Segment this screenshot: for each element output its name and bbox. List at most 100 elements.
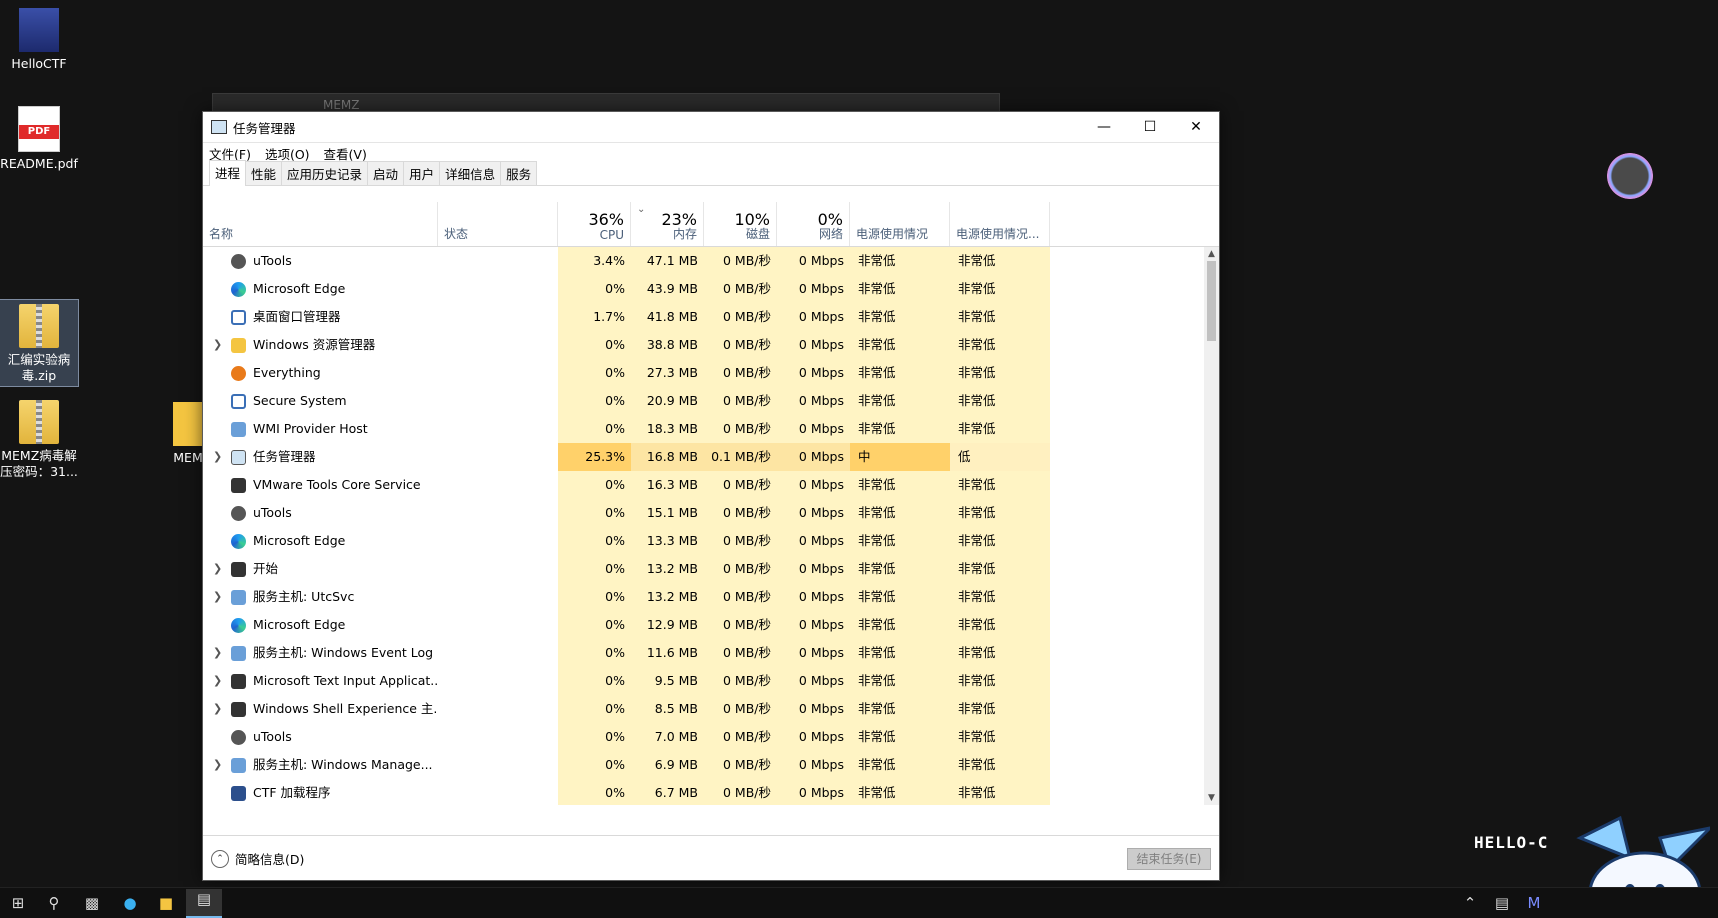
tab-services[interactable]: 服务 (500, 161, 538, 185)
end-task-button[interactable]: 结束任务(E) (1127, 848, 1211, 870)
process-row[interactable]: CTF 加载程序 0% 6.7 MB 0 MB/秒 0 Mbps 非常低 非常低 (203, 779, 1203, 805)
process-row[interactable]: uTools 3.4% 47.1 MB 0 MB/秒 0 Mbps 非常低 非常低 (203, 247, 1203, 275)
tab-performance[interactable]: 性能 (245, 161, 283, 185)
brand-text: HELLO-C (1474, 833, 1549, 852)
process-disk: 0 MB/秒 (704, 695, 777, 723)
tab-details[interactable]: 详细信息 (439, 161, 502, 185)
file-explorer-icon[interactable]: ■ (156, 893, 176, 913)
column-cpu[interactable]: 36% CPU (558, 202, 631, 246)
process-row[interactable]: uTools 0% 7.0 MB 0 MB/秒 0 Mbps 非常低 非常低 (203, 723, 1203, 751)
task-manager-taskbar-icon[interactable]: ▤ (186, 889, 222, 918)
process-memory: 9.5 MB (631, 667, 704, 695)
process-cpu: 25.3% (558, 443, 631, 471)
window-title: 任务管理器 (233, 120, 296, 136)
process-network: 0 Mbps (777, 443, 850, 471)
process-power: 非常低 (850, 667, 950, 695)
tab-users[interactable]: 用户 (403, 161, 441, 185)
process-cpu: 0% (558, 471, 631, 499)
process-row[interactable]: Microsoft Edge 0% 13.3 MB 0 MB/秒 0 Mbps 非常低 非常… (203, 527, 1203, 555)
process-row[interactable]: uTools 0% 15.1 MB 0 MB/秒 0 Mbps 非常低 非常低 (203, 499, 1203, 527)
process-row[interactable]: Everything 0% 27.3 MB 0 MB/秒 0 Mbps 非常低 非常低 (203, 359, 1203, 387)
process-network: 0 Mbps (777, 695, 850, 723)
process-power: 中 (850, 443, 950, 471)
start-icon[interactable]: ⊞ (8, 893, 28, 913)
vertical-scrollbar[interactable]: ▲ ▼ (1204, 247, 1219, 805)
edge-icon[interactable]: ● (120, 893, 140, 913)
process-power: 非常低 (850, 751, 950, 779)
process-row[interactable]: Microsoft Edge 0% 43.9 MB 0 MB/秒 0 Mbps 非常低 非常… (203, 275, 1203, 303)
column-power-trend-label: 电源使用情况... (956, 227, 1040, 241)
menu-view[interactable]: 查看(V) (324, 144, 367, 163)
process-row[interactable]: ❯ 开始 0% 13.2 MB 0 MB/秒 0 Mbps 非常低 非常低 (203, 555, 1203, 583)
process-memory: 15.1 MB (631, 499, 704, 527)
column-power[interactable]: 电源使用情况 (850, 202, 950, 246)
scroll-down-icon[interactable]: ▼ (1204, 791, 1219, 805)
process-cpu: 1.7% (558, 303, 631, 331)
chevron-up-icon: ⌃ (211, 849, 229, 868)
process-power-trend: 非常低 (950, 695, 1050, 723)
desktop-icon-zip[interactable]: 汇编实验病毒.zip (0, 299, 79, 387)
process-row[interactable]: ❯ Windows Shell Experience 主... 0% 8.5 MB 0 … (203, 695, 1203, 723)
process-row[interactable]: WMI Provider Host 0% 18.3 MB 0 MB/秒 0 Mbps 非常… (203, 415, 1203, 443)
process-network: 0 Mbps (777, 527, 850, 555)
process-network: 0 Mbps (777, 303, 850, 331)
tray-m-icon[interactable]: M (1524, 893, 1544, 913)
minimize-button[interactable]: — (1081, 112, 1127, 142)
process-disk: 0 MB/秒 (704, 779, 777, 805)
process-power-trend: 低 (950, 443, 1050, 471)
menu-options[interactable]: 选项(O) (265, 144, 310, 163)
desktop-icon-helloctf[interactable]: HelloCTF (0, 8, 78, 72)
tab-processes[interactable]: 进程 (209, 160, 247, 186)
process-power-trend: 非常低 (950, 723, 1050, 751)
title-bar[interactable]: 任务管理器 — ☐ ✕ (203, 112, 1219, 143)
process-network: 0 Mbps (777, 751, 850, 779)
process-power-trend: 非常低 (950, 275, 1050, 303)
column-disk[interactable]: 10% 磁盘 (704, 202, 777, 246)
process-row[interactable]: Microsoft Edge 0% 12.9 MB 0 MB/秒 0 Mbps 非常低 非常… (203, 611, 1203, 639)
process-row[interactable]: ❯ 服务主机: Windows Event Log 0% 11.6 MB 0 MB/秒 0… (203, 639, 1203, 667)
process-row[interactable]: ❯ 服务主机: Windows Manage... 0% 6.9 MB 0 MB/秒 0 … (203, 751, 1203, 779)
process-cpu: 0% (558, 415, 631, 443)
process-row[interactable]: VMware Tools Core Service 0% 16.3 MB 0 MB/秒… (203, 471, 1203, 499)
column-network[interactable]: 0% 网络 (777, 202, 850, 246)
close-button[interactable]: ✕ (1173, 112, 1219, 142)
process-row[interactable]: ❯ Windows 资源管理器 0% 38.8 MB 0 MB/秒 0 Mbps 非常低 非常… (203, 331, 1203, 359)
process-cpu: 0% (558, 275, 631, 303)
process-cpu: 0% (558, 387, 631, 415)
desktop-icon-memz-password[interactable]: MEMZ病毒解压密码：31... (0, 400, 78, 480)
column-name[interactable]: 名称 (203, 202, 438, 246)
process-name: 服务主机: Windows Manage... (253, 757, 433, 772)
column-power-trend[interactable]: 电源使用情况... (950, 202, 1050, 246)
process-row[interactable]: ❯ Microsoft Text Input Applicat... 0% 9.5 M… (203, 667, 1203, 695)
tray-app-icon[interactable]: ▤ (1492, 893, 1512, 913)
search-icon[interactable]: ⚲ (44, 893, 64, 913)
process-power-trend: 非常低 (950, 751, 1050, 779)
less-info-button[interactable]: ⌃ 简略信息(D) (211, 849, 304, 868)
column-power-label: 电源使用情况 (856, 227, 929, 241)
zip-icon (19, 304, 59, 348)
desktop-icon-readme[interactable]: PDF README.pdf (0, 106, 78, 172)
process-power-trend: 非常低 (950, 611, 1050, 639)
tab-app-history[interactable]: 应用历史记录 (281, 161, 369, 185)
column-memory[interactable]: ⌄ 23% 内存 (631, 202, 704, 246)
process-power: 非常低 (850, 471, 950, 499)
process-row[interactable]: ❯ 任务管理器 25.3% 16.8 MB 0.1 MB/秒 0 Mbps 中低 (203, 443, 1203, 471)
maximize-button[interactable]: ☐ (1127, 112, 1173, 142)
process-name: 桌面窗口管理器 (253, 309, 341, 324)
scroll-thumb[interactable] (1207, 261, 1216, 341)
terminal-icon[interactable]: ▩ (82, 893, 102, 913)
process-list: uTools 3.4% 47.1 MB 0 MB/秒 0 Mbps 非常低 非常低 Micro… (203, 247, 1203, 805)
scroll-up-icon[interactable]: ▲ (1204, 247, 1219, 261)
taskbar: ⊞ ⚲ ▩ ● ■ ▤ ⌃ ▤ M (0, 887, 1718, 918)
process-row[interactable]: Secure System 0% 20.9 MB 0 MB/秒 0 Mbps 非常低 非常低 (203, 387, 1203, 415)
process-network: 0 Mbps (777, 779, 850, 805)
chevron-up-icon[interactable]: ⌃ (1460, 893, 1480, 913)
process-name: Microsoft Edge (253, 533, 346, 548)
column-status[interactable]: 状态 (438, 202, 558, 246)
process-row[interactable]: ❯ 服务主机: UtcSvc 0% 13.2 MB 0 MB/秒 0 Mbps 非常低 非常低 (203, 583, 1203, 611)
process-power-trend: 非常低 (950, 303, 1050, 331)
process-network: 0 Mbps (777, 723, 850, 751)
app-badge-icon[interactable] (1607, 153, 1653, 199)
process-row[interactable]: 桌面窗口管理器 1.7% 41.8 MB 0 MB/秒 0 Mbps 非常低 非常低 (203, 303, 1203, 331)
tab-startup[interactable]: 启动 (367, 161, 405, 185)
